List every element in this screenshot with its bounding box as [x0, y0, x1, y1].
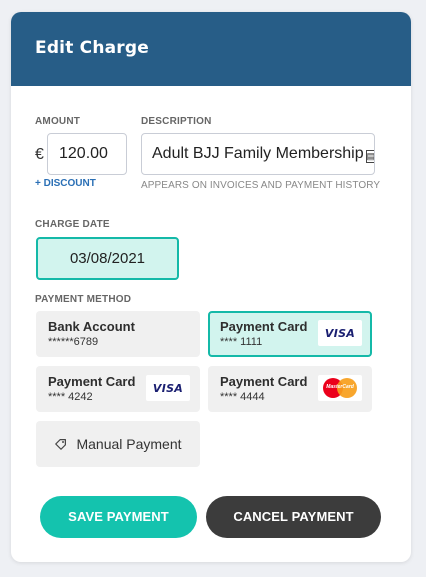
cancel-payment-button[interactable]: CANCEL PAYMENT [206, 496, 381, 538]
description-help-text: APPEARS ON INVOICES AND PAYMENT HISTORY [141, 180, 381, 191]
payment-option-card-1111[interactable]: Payment Card **** 1111 VISA [208, 311, 372, 357]
mastercard-logo-icon: MasterCard [318, 375, 362, 401]
description-label: DESCRIPTION [141, 116, 212, 127]
visa-logo-icon: VISA [318, 320, 362, 346]
edit-charge-modal: Edit Charge AMOUNT € 120.00 + DISCOUNT D… [11, 12, 411, 562]
tag-icon [55, 439, 67, 450]
charge-date-input[interactable]: 03/08/2021 [36, 237, 179, 280]
description-value: Adult BJJ Family Membership [152, 145, 364, 162]
modal-header: Edit Charge [11, 12, 411, 86]
add-discount-link[interactable]: + DISCOUNT [35, 178, 96, 189]
amount-label: AMOUNT [35, 116, 81, 127]
currency-symbol: € [35, 146, 44, 163]
description-input[interactable]: Adult BJJ Family Membership ▤ [141, 133, 375, 175]
payment-method-label: PAYMENT METHOD [35, 294, 132, 305]
autofill-icon[interactable]: ▤ [365, 150, 374, 163]
save-payment-button[interactable]: SAVE PAYMENT [40, 496, 197, 538]
mastercard-logo-text: MasterCard [326, 384, 354, 390]
amount-input[interactable]: 120.00 [47, 133, 127, 175]
visa-logo-text: VISA [324, 326, 356, 340]
modal-title: Edit Charge [35, 38, 149, 58]
payment-option-bank-account[interactable]: Bank Account ******6789 [36, 311, 200, 357]
payment-option-card-4444[interactable]: Payment Card **** 4444 MasterCard [208, 366, 372, 412]
manual-payment-label: Manual Payment [76, 436, 182, 452]
visa-logo-icon: VISA [146, 375, 190, 401]
payment-option-type: Bank Account [48, 319, 135, 334]
payment-option-number: ******6789 [48, 336, 99, 348]
visa-logo-text: VISA [152, 381, 184, 395]
manual-payment-button[interactable]: Manual Payment [36, 421, 200, 467]
charge-date-label: CHARGE DATE [35, 219, 110, 230]
payment-option-card-4242[interactable]: Payment Card **** 4242 VISA [36, 366, 200, 412]
